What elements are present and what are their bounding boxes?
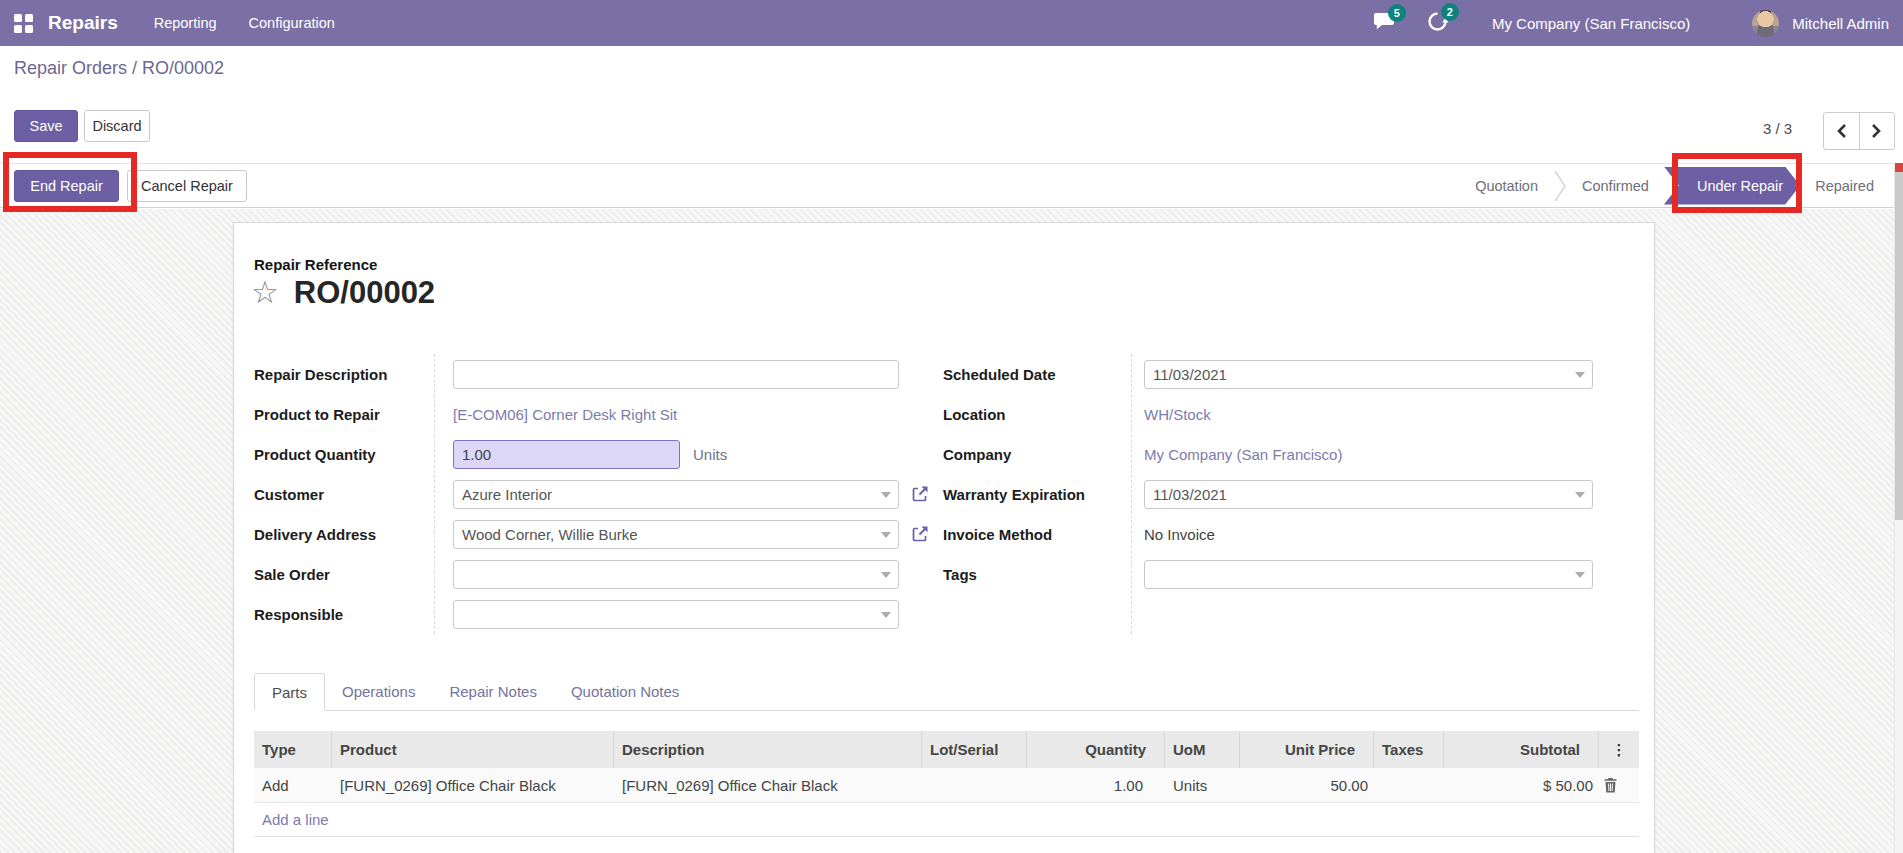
pager [1823,112,1895,150]
app-name[interactable]: Repairs [48,12,118,34]
delivery-address-external-link-icon[interactable] [911,525,929,543]
col-header-type[interactable]: Type [254,731,332,768]
sale-order-input[interactable] [453,560,899,589]
discard-button[interactable]: Discard [84,110,150,142]
col-header-unit-price[interactable]: Unit Price [1240,731,1374,768]
field-invoice-method: Invoice Method No Invoice [943,514,1619,554]
annotation-box-under-repair [1672,153,1802,213]
tab-parts[interactable]: Parts [254,673,325,711]
product-to-repair-link[interactable]: [E-COM06] Corner Desk Right Sit [453,406,677,423]
parts-table-header: Type Product Description Lot/Serial Quan… [254,731,1639,768]
invoice-method-value: No Invoice [1144,526,1215,543]
form-sheet: Repair Reference ☆ RO/00002 Repair Descr… [233,222,1655,853]
user-avatar[interactable] [1752,10,1779,37]
tags-input[interactable] [1144,560,1593,589]
breadcrumb[interactable]: Repair Orders / RO/00002 [14,58,224,79]
activities-badge: 2 [1441,3,1459,21]
messages-button[interactable]: 5 [1373,12,1395,35]
nav-menu-configuration[interactable]: Configuration [249,15,335,31]
repair-description-input[interactable] [453,360,899,389]
activities-button[interactable]: 2 [1427,11,1448,36]
col-header-quantity[interactable]: Quantity [1027,731,1165,768]
field-tags: Tags [943,554,1619,594]
col-header-taxes[interactable]: Taxes [1374,731,1444,768]
status-step-repaired[interactable]: Repaired [1800,178,1889,194]
delete-row-trash-icon[interactable] [1603,777,1618,793]
kebab-menu-icon: ⋮ [1612,741,1627,759]
parts-table: Type Product Description Lot/Serial Quan… [254,731,1639,837]
control-panel: Repair Orders / RO/00002 Save Discard 3 … [0,46,1903,163]
cell-type[interactable]: Add [254,768,332,802]
cancel-repair-button[interactable]: Cancel Repair [127,170,247,202]
field-repair-description: Repair Description [254,354,930,394]
field-product-to-repair: Product to Repair [E-COM06] Corner Desk … [254,394,930,434]
apps-menu-icon[interactable] [14,14,33,33]
company-link[interactable]: My Company (San Francisco) [1144,446,1342,463]
field-scheduled-date: Scheduled Date [943,354,1619,394]
scrollbar-thumb[interactable] [1895,172,1903,520]
top-navbar: Repairs Reporting Configuration 5 2 My C… [0,0,1903,46]
scrollbar-red-artifact [1895,163,1903,172]
vertical-scrollbar[interactable] [1894,163,1903,853]
pager-counter: 3 / 3 [1763,120,1792,137]
page-background: Repair Reference ☆ RO/00002 Repair Descr… [0,209,1903,853]
pager-previous-button[interactable] [1824,113,1860,149]
customer-input[interactable] [453,480,899,509]
favorite-star-icon[interactable]: ☆ [251,277,279,309]
field-sale-order: Sale Order [254,554,930,594]
cell-lot-serial[interactable] [922,768,1027,802]
reference-label: Repair Reference [254,256,377,273]
responsible-input[interactable] [453,600,899,629]
field-delivery-address: Delivery Address [254,514,930,554]
col-header-description[interactable]: Description [614,731,922,768]
tab-repair-notes[interactable]: Repair Notes [432,673,554,710]
scheduled-date-input[interactable] [1144,360,1593,389]
cell-uom[interactable]: Units [1165,768,1240,802]
repair-reference-title: RO/00002 [294,275,435,311]
cell-product[interactable]: [FURN_0269] Office Chair Black [332,768,614,802]
delivery-address-input[interactable] [453,520,899,549]
col-header-lot-serial[interactable]: Lot/Serial [922,731,1027,768]
parts-table-row[interactable]: Add [FURN_0269] Office Chair Black [FURN… [254,768,1639,803]
col-header-subtotal[interactable]: Subtotal [1444,731,1599,768]
form-statusbar: End Repair Cancel Repair Quotation Confi… [0,163,1903,208]
field-product-quantity: Product Quantity Units [254,434,930,474]
location-link[interactable]: WH/Stock [1144,406,1211,423]
col-header-product[interactable]: Product [332,731,614,768]
pager-next-button[interactable] [1860,113,1895,149]
product-quantity-input[interactable] [453,440,680,469]
cell-description[interactable]: [FURN_0269] Office Chair Black [614,768,922,802]
customer-external-link-icon[interactable] [911,485,929,503]
company-switcher[interactable]: My Company (San Francisco) [1492,15,1690,32]
col-header-uom[interactable]: UoM [1165,731,1240,768]
tab-operations[interactable]: Operations [325,673,432,710]
user-menu[interactable]: Mitchell Admin [1792,15,1889,32]
tab-quotation-notes[interactable]: Quotation Notes [554,673,696,710]
cell-subtotal[interactable]: $ 50.00 [1444,768,1599,802]
cell-unit-price[interactable]: 50.00 [1240,768,1374,802]
warranty-expiration-input[interactable] [1144,480,1593,509]
field-location: Location WH/Stock [943,394,1619,434]
column-options-button[interactable]: ⋮ [1599,731,1639,768]
status-step-quotation[interactable]: Quotation [1460,178,1553,194]
notebook-tabs: Parts Operations Repair Notes Quotation … [254,673,1639,711]
annotation-box-end-repair [3,152,137,212]
status-step-confirmed[interactable]: Confirmed [1567,178,1664,194]
field-customer: Customer [254,474,930,514]
save-button[interactable]: Save [14,110,78,142]
field-responsible: Responsible [254,594,930,634]
cell-quantity[interactable]: 1.00 [1027,768,1165,802]
step-separator-icon [1554,169,1566,203]
field-warranty-expiration: Warranty Expiration [943,474,1619,514]
field-company: Company My Company (San Francisco) [943,434,1619,474]
cell-taxes[interactable] [1374,768,1444,802]
add-a-line-link[interactable]: Add a line [254,803,1639,837]
uom-label: Units [693,446,727,463]
messages-badge: 5 [1388,4,1406,22]
nav-menu-reporting[interactable]: Reporting [154,15,217,31]
